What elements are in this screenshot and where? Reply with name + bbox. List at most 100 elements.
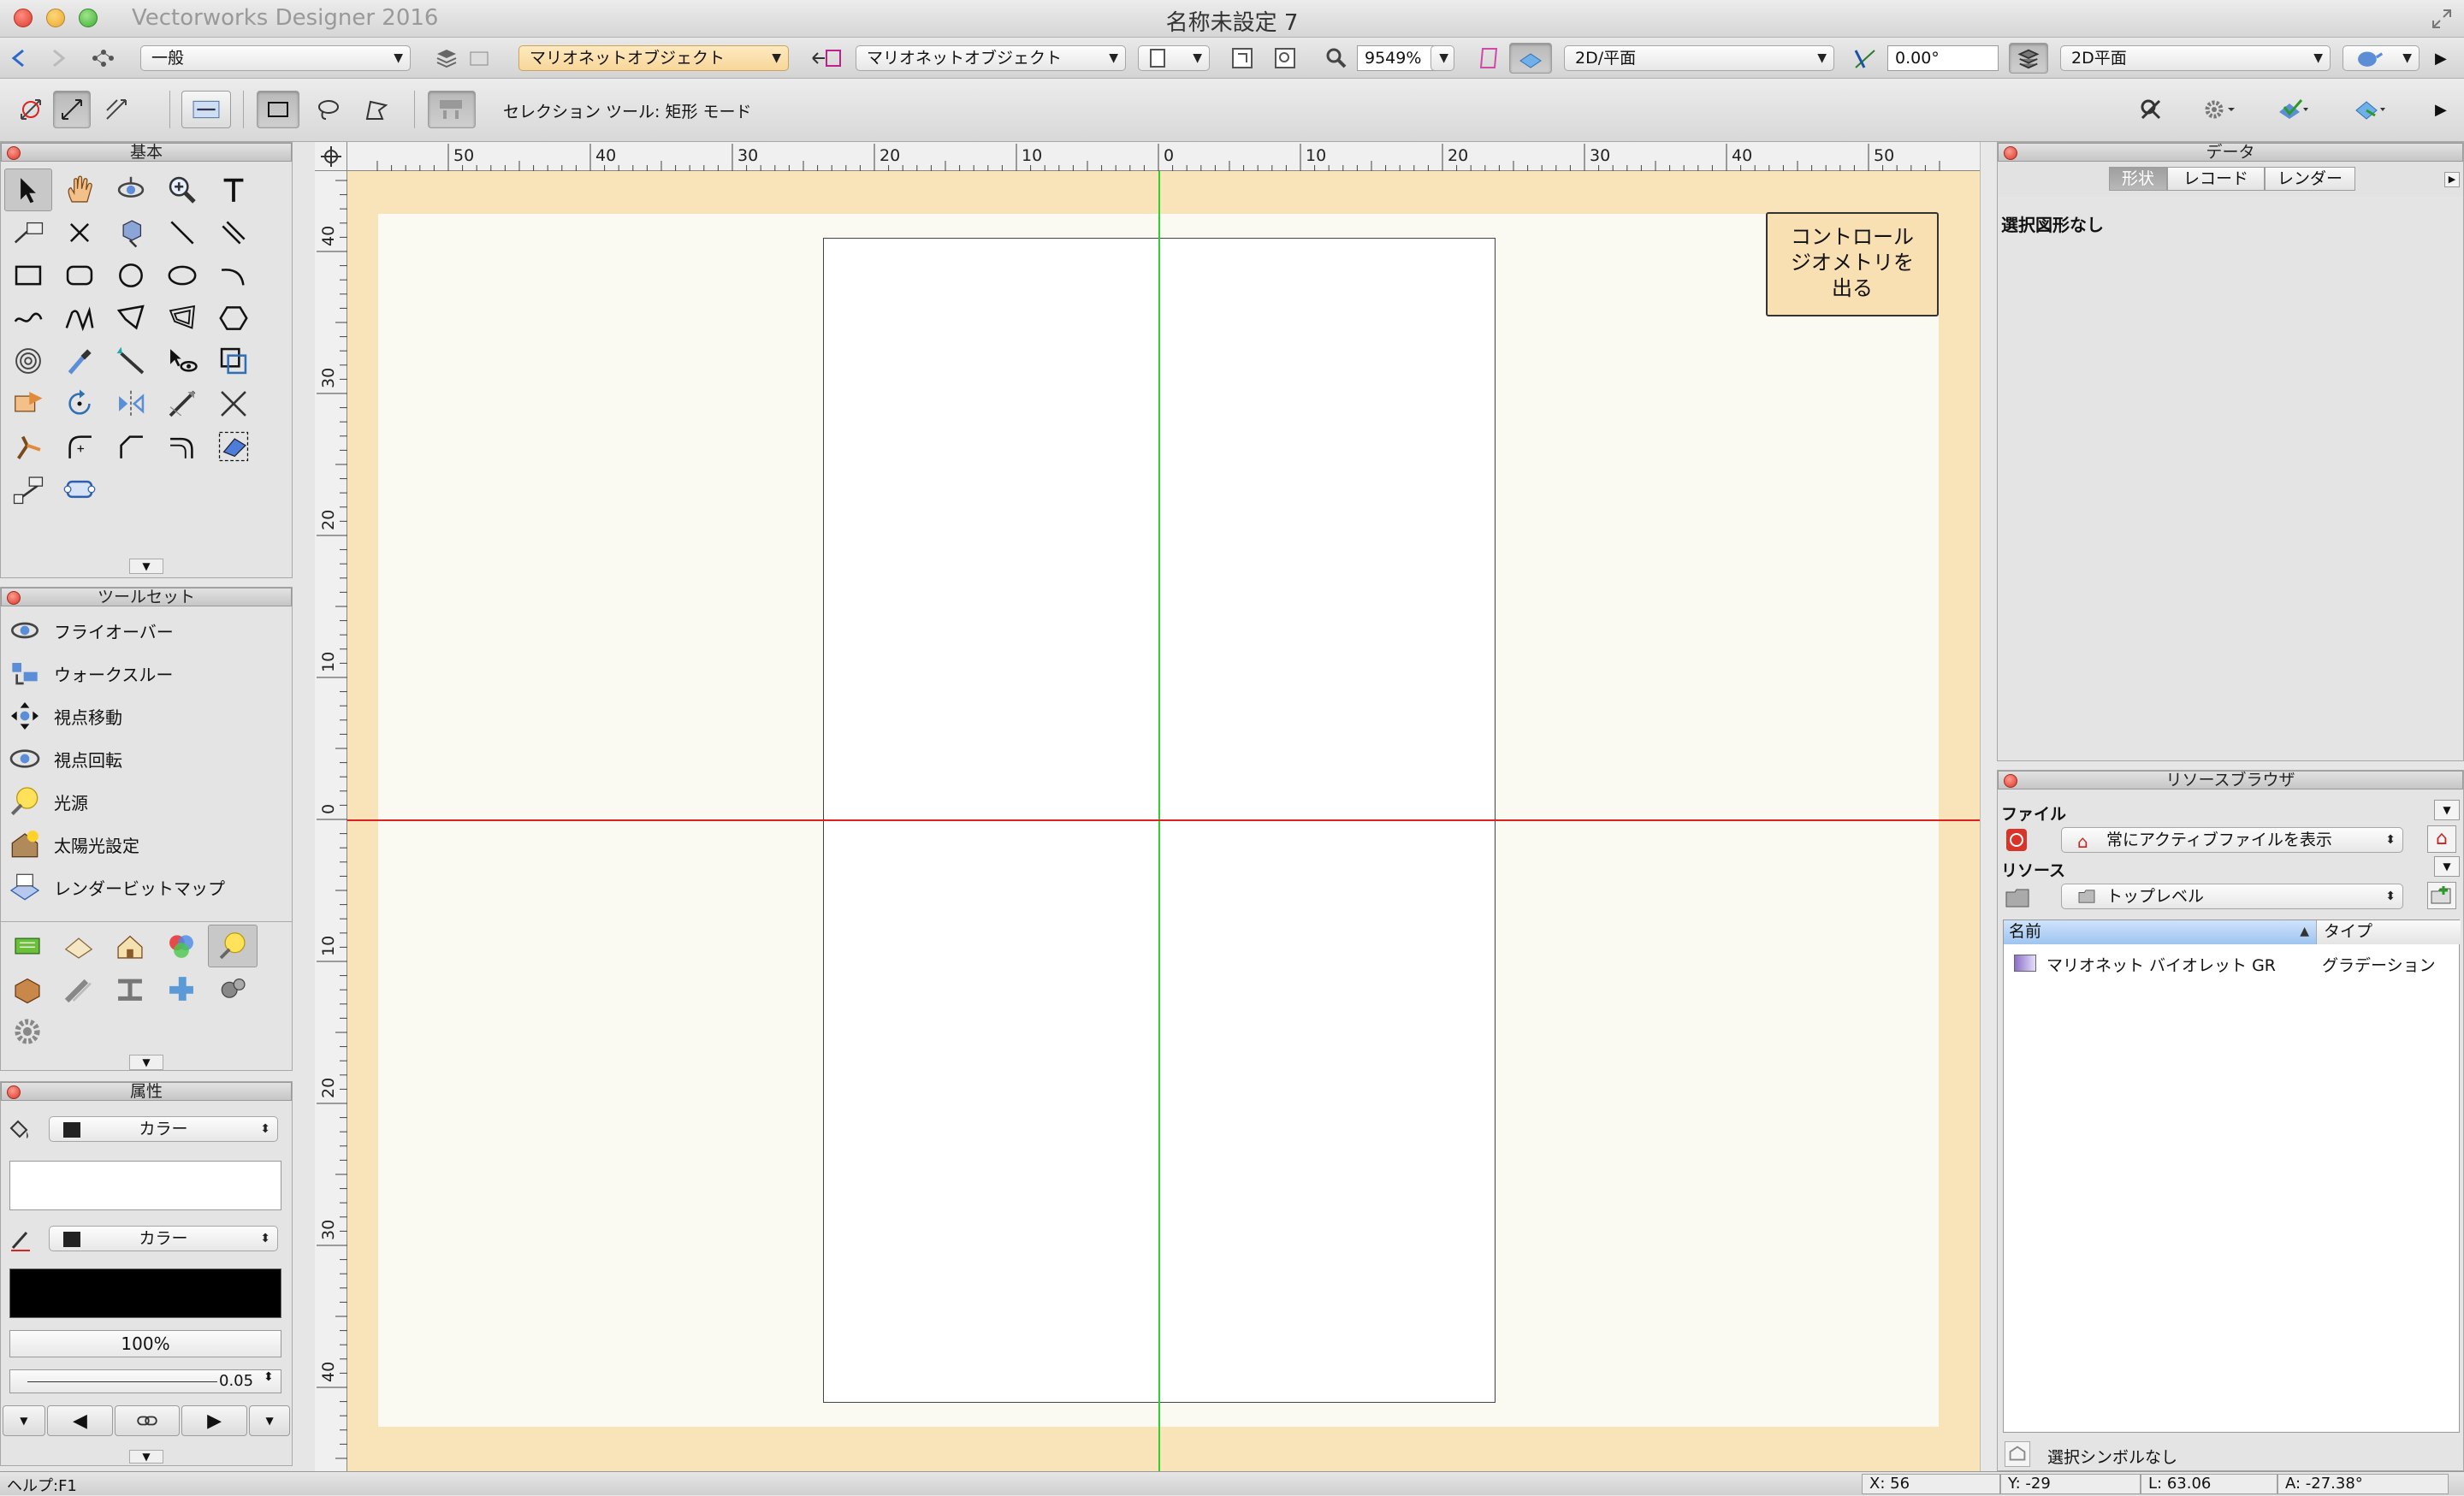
- view-popup[interactable]: 2D/平面 ▼: [1564, 45, 1834, 71]
- zoom-dropdown[interactable]: ▼: [1430, 45, 1454, 71]
- column-header-name[interactable]: 名前 ▲: [2004, 920, 2317, 944]
- multiple-object-scaling-icon[interactable]: [99, 94, 133, 125]
- marionette-icon[interactable]: [803, 43, 850, 74]
- chamfer-tool[interactable]: [107, 425, 155, 468]
- regular-polygon-tool[interactable]: [210, 297, 258, 340]
- toolset-item-walkthrough[interactable]: ウォークスルー: [8, 653, 173, 694]
- gear-icon[interactable]: [2194, 94, 2245, 125]
- callout-tool[interactable]: [4, 211, 52, 254]
- toolset-visualization[interactable]: [157, 925, 206, 967]
- view-check-icon[interactable]: [2267, 94, 2319, 125]
- folder-icon[interactable]: [2005, 885, 2030, 909]
- toolset-item-sun-setting[interactable]: 太陽光設定: [8, 824, 139, 865]
- single-object-scaling-toggle[interactable]: [53, 91, 91, 128]
- double-line-tool[interactable]: [210, 211, 258, 254]
- close-icon[interactable]: [7, 591, 21, 605]
- opacity-button[interactable]: 100%: [9, 1330, 281, 1357]
- exit-control-geometry-button[interactable]: コントロール ジオメトリを 出る: [1766, 212, 1939, 316]
- eraser-tool[interactable]: [210, 425, 258, 468]
- pen-style-popup[interactable]: カラー ⬍: [49, 1226, 278, 1251]
- class-popup[interactable]: 一般 ▼: [140, 45, 411, 71]
- column-header-type[interactable]: タイプ: [2317, 920, 2461, 944]
- offset-tool[interactable]: [158, 425, 206, 468]
- tab-record[interactable]: レコード: [2167, 167, 2265, 191]
- standard-view-toggle[interactable]: [1509, 43, 1552, 74]
- resources-menu-icon[interactable]: ▼: [2434, 856, 2460, 877]
- projection-icon[interactable]: [1472, 43, 1506, 74]
- layer-popup[interactable]: マリオネットオブジェクト ▼: [518, 45, 789, 71]
- mirror-tool[interactable]: [107, 382, 155, 425]
- line-weight-popup[interactable]: 0.05 ⬍: [9, 1369, 281, 1393]
- object-popup[interactable]: マリオネットオブジェクト ▼: [856, 45, 1126, 71]
- tab-shape[interactable]: 形状: [2109, 167, 2167, 191]
- tab-render[interactable]: レンダー: [2265, 167, 2355, 191]
- selection-tool[interactable]: [4, 169, 52, 211]
- pen-preview[interactable]: [9, 1268, 281, 1318]
- toolset-landscape[interactable]: [54, 925, 104, 967]
- magnifier-icon[interactable]: [1319, 43, 1353, 74]
- toolset-expand-icon[interactable]: ▼: [129, 1055, 163, 1070]
- line-tool[interactable]: [158, 211, 206, 254]
- start-arrowhead-icon[interactable]: ◀: [46, 1405, 114, 1436]
- spiral-tool[interactable]: [4, 340, 52, 382]
- attributes-expand-icon[interactable]: ▼: [129, 1450, 163, 1463]
- freehand-tool[interactable]: [4, 297, 52, 340]
- selection-preferences-button[interactable]: [181, 91, 231, 128]
- snap-icon[interactable]: [2134, 94, 2168, 125]
- disable-interactive-scaling-icon[interactable]: [14, 94, 48, 125]
- rectangle-tool[interactable]: [4, 254, 52, 297]
- layers-icon[interactable]: [429, 43, 464, 74]
- toolset-item-flyover[interactable]: フライオーバー: [8, 610, 174, 651]
- close-icon[interactable]: [2004, 774, 2017, 788]
- clip-tool[interactable]: [210, 340, 258, 382]
- locus-tool[interactable]: [56, 211, 104, 254]
- back-arrow-icon[interactable]: [2, 43, 36, 74]
- angle-field[interactable]: 0.00°: [1887, 45, 1999, 71]
- toolset-detailing[interactable]: [105, 967, 155, 1010]
- toolbar-overflow-icon[interactable]: ▶: [2435, 50, 2447, 68]
- double-polyline-tool[interactable]: [158, 297, 206, 340]
- marionette-tool[interactable]: [107, 211, 155, 254]
- pan-tool[interactable]: [56, 169, 104, 211]
- basic-palette-expand-icon[interactable]: ▼: [129, 559, 163, 574]
- wrapper-tool[interactable]: [56, 468, 104, 511]
- lasso-mode-icon[interactable]: [311, 94, 346, 125]
- fill-style-popup[interactable]: カラー ⬍: [49, 1116, 278, 1142]
- toolset-furniture[interactable]: [3, 967, 52, 1010]
- light-options-popup[interactable]: ▼: [2343, 45, 2420, 71]
- sheet-popup[interactable]: ▼: [1138, 45, 1210, 71]
- toolset-item-pan-view[interactable]: 視点移動: [8, 695, 122, 736]
- toolset-dimension[interactable]: [54, 967, 104, 1010]
- close-icon[interactable]: [7, 146, 21, 160]
- toolset-lighting[interactable]: [208, 925, 258, 967]
- toolset-item-render-bitmap[interactable]: レンダービットマップ: [8, 866, 225, 908]
- toolset-machine-design[interactable]: [157, 967, 206, 1010]
- file-app-icon[interactable]: [2005, 827, 2029, 853]
- end-arrow-dropdown[interactable]: ▼: [249, 1405, 291, 1436]
- close-icon[interactable]: [7, 1085, 21, 1099]
- resource-folder-popup[interactable]: トップレベル ⬍: [2061, 884, 2403, 909]
- close-icon[interactable]: [2004, 146, 2017, 160]
- drawing-canvas[interactable]: コントロール ジオメトリを 出る: [347, 171, 1980, 1471]
- home-file-icon[interactable]: ⌂: [2427, 825, 2456, 853]
- split-tool[interactable]: [4, 425, 52, 468]
- circle-tool[interactable]: [107, 254, 155, 297]
- tool-preferences-button[interactable]: [428, 91, 476, 128]
- fullscreen-icon[interactable]: [2431, 9, 2452, 29]
- data-options-icon[interactable]: ▶: [2444, 172, 2460, 187]
- polygon-tool[interactable]: [107, 297, 155, 340]
- angle-icon[interactable]: [1848, 43, 1882, 74]
- rectangle-mode-toggle[interactable]: [257, 91, 299, 128]
- magic-wand-tool[interactable]: [107, 340, 155, 382]
- end-arrowhead-icon[interactable]: ▶: [181, 1405, 248, 1436]
- toolset-building-shell[interactable]: [3, 925, 52, 967]
- rounded-rectangle-tool[interactable]: [56, 254, 104, 297]
- zoom-objects-icon[interactable]: [1268, 43, 1302, 74]
- oval-tool[interactable]: [158, 254, 206, 297]
- toolset-item-light-source[interactable]: 光源: [8, 781, 88, 822]
- fillet-tool[interactable]: [56, 425, 104, 468]
- fill-preview[interactable]: [9, 1161, 281, 1210]
- table-row[interactable]: マリオネット バイオレット GR グラデーション: [2004, 949, 2461, 977]
- text-tool[interactable]: [210, 169, 258, 211]
- toolset-architecture[interactable]: [105, 925, 155, 967]
